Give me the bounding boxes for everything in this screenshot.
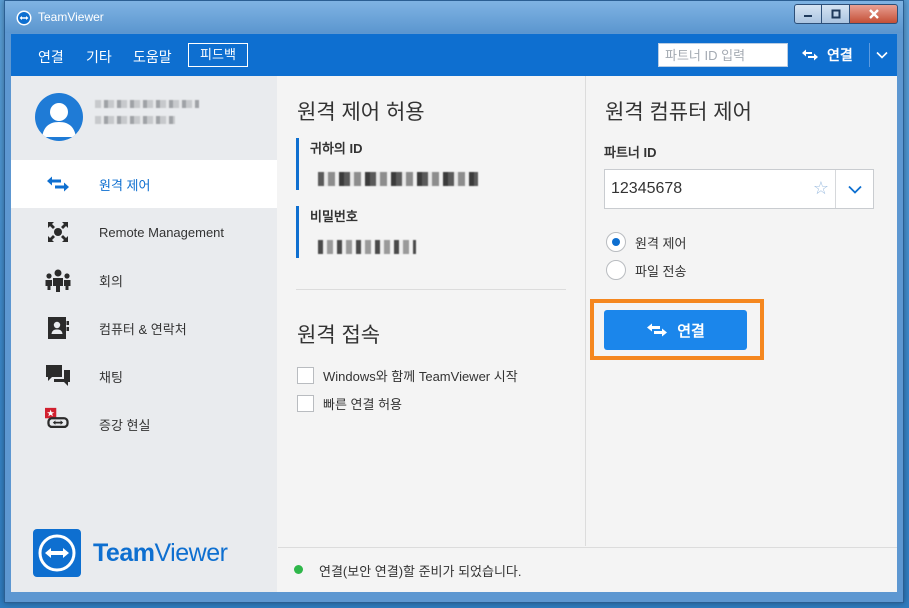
user-avatar-icon [42, 103, 76, 137]
status-indicator [294, 565, 303, 574]
checkbox-label: Windows와 함께 TeamViewer 시작 [323, 369, 518, 384]
allow-remote-title: 원격 제어 허용 [297, 101, 425, 124]
your-id-value-redacted[interactable] [318, 172, 478, 186]
augmented-reality-icon [45, 407, 71, 433]
window-title: TeamViewer [38, 10, 104, 24]
main-content: 원격 제어 Remote Management 회의 컴퓨터 & 연락처 채팅 … [11, 76, 897, 592]
control-remote-title: 원격 컴퓨터 제어 [605, 101, 752, 124]
sidebar-item-label: 원격 제어 [99, 177, 151, 193]
easy-access-checkbox[interactable]: 빠른 연결 허용 [297, 394, 402, 413]
partner-id-label: 파트너 ID [604, 145, 657, 160]
menu-extras[interactable]: 기타 [86, 47, 112, 67]
your-id-label: 귀하의 ID [310, 141, 363, 156]
partner-id-dropdown[interactable] [835, 170, 873, 208]
partner-id-value[interactable]: 12345678 [611, 180, 682, 198]
menu-bar: 연결 기타 도움말 피드백 연결 [11, 34, 897, 76]
radio-button[interactable] [606, 260, 626, 280]
status-bar: 연결(보안 연결)할 준비가 되었습니다. [278, 547, 897, 592]
sidebar-item-meeting[interactable]: 회의 [11, 256, 277, 304]
arrows-icon [45, 171, 71, 197]
partner-id-input[interactable] [658, 43, 788, 67]
connect-button-label: 연결 [677, 322, 705, 340]
checkbox-label: 빠른 연결 허용 [323, 397, 402, 412]
star-icon[interactable]: ☆ [813, 178, 829, 199]
close-button[interactable] [850, 4, 898, 24]
teamviewer-logo-icon [16, 10, 32, 26]
radio-label: 원격 제어 [635, 235, 687, 251]
minimize-icon [804, 15, 812, 17]
sidebar-item-label: 증강 현실 [99, 417, 151, 433]
avatar[interactable] [35, 93, 83, 141]
teamviewer-logo-icon [33, 529, 81, 577]
sidebar: 원격 제어 Remote Management 회의 컴퓨터 & 연락처 채팅 … [11, 76, 277, 592]
sidebar-item-remote-management[interactable]: Remote Management [11, 208, 277, 256]
account-name-redacted [95, 100, 199, 108]
top-connect-button[interactable]: 연결 [789, 43, 869, 67]
sidebar-item-label: 채팅 [99, 369, 123, 385]
chat-icon [45, 363, 71, 389]
allow-remote-panel: 원격 제어 허용 귀하의 ID 비밀번호 원격 접속 Windows와 함께 T… [278, 76, 584, 546]
partner-id-field[interactable]: 12345678 ☆ [604, 169, 874, 209]
contacts-icon [45, 315, 71, 341]
top-connect-label: 연결 [827, 47, 853, 63]
logo-text: TeamViewer [93, 538, 228, 567]
remote-management-icon [45, 219, 71, 245]
section-divider [296, 289, 566, 290]
connect-arrows-icon [647, 323, 668, 337]
title-bar[interactable]: TeamViewer [5, 1, 903, 33]
password-label: 비밀번호 [310, 209, 358, 224]
menu-connection[interactable]: 연결 [38, 47, 64, 67]
start-with-windows-checkbox[interactable]: Windows와 함께 TeamViewer 시작 [297, 366, 518, 385]
sidebar-item-label: Remote Management [99, 224, 225, 240]
maximize-button[interactable] [822, 4, 850, 24]
connect-button[interactable]: 연결 [604, 310, 747, 350]
mode-file-transfer-radio[interactable]: 파일 전송 [606, 260, 686, 280]
sidebar-item-augmented-reality[interactable]: 증강 현실 [11, 400, 277, 448]
feedback-button[interactable]: 피드백 [188, 43, 248, 67]
close-icon [868, 9, 879, 19]
meeting-icon [45, 267, 71, 293]
minimize-button[interactable] [794, 4, 822, 24]
sidebar-item-contacts[interactable]: 컴퓨터 & 연락처 [11, 304, 277, 352]
sidebar-item-label: 컴퓨터 & 연락처 [99, 321, 187, 337]
checkbox[interactable] [297, 367, 314, 384]
password-field: 비밀번호 [296, 206, 416, 258]
top-connect-dropdown[interactable] [869, 43, 893, 67]
sidebar-item-chat[interactable]: 채팅 [11, 352, 277, 400]
radio-button[interactable] [606, 232, 626, 252]
maximize-icon [831, 9, 840, 19]
menu-help[interactable]: 도움말 [133, 47, 172, 67]
control-remote-panel: 원격 컴퓨터 제어 파트너 ID 12345678 ☆ 원격 제어 파일 전송 [585, 76, 897, 546]
your-id-field: 귀하의 ID [296, 138, 478, 190]
connect-arrows-icon [802, 49, 818, 61]
teamviewer-logo: TeamViewer [33, 529, 228, 577]
mode-remote-control-radio[interactable]: 원격 제어 [606, 232, 686, 252]
unattended-title: 원격 접속 [297, 324, 381, 347]
chevron-down-icon [847, 185, 862, 194]
teamviewer-window: TeamViewer 연결 기타 도움말 피드백 연결 [4, 0, 904, 603]
checkbox[interactable] [297, 395, 314, 412]
sidebar-item-label: 회의 [99, 273, 123, 289]
password-value-redacted[interactable] [318, 240, 416, 254]
chevron-down-icon [875, 51, 888, 59]
account-email-redacted [95, 116, 175, 124]
radio-label: 파일 전송 [635, 263, 687, 279]
sidebar-item-remote-control[interactable]: 원격 제어 [11, 160, 277, 208]
status-text: 연결(보안 연결)할 준비가 되었습니다. [319, 564, 522, 579]
